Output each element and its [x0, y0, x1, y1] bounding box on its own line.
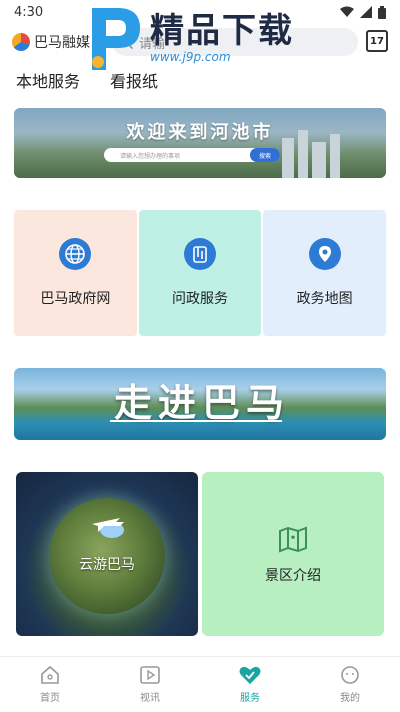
signal-icon	[360, 6, 372, 18]
nav-label: 服务	[240, 693, 260, 704]
wifi-icon	[340, 6, 354, 17]
tab-newspaper[interactable]: 看报纸	[110, 68, 158, 92]
explore-bama-banner[interactable]: 走进巴马	[14, 368, 386, 440]
nav-profile[interactable]: 我的	[300, 657, 400, 712]
welcome-banner[interactable]: 欢迎来到河池市 请输入您想办理的事项 搜索	[14, 108, 386, 178]
banner-search-button[interactable]: 搜索	[250, 148, 280, 162]
nav-label: 我的	[340, 693, 360, 704]
scenic-spots-label: 景区介绍	[265, 568, 321, 584]
calendar-day: 17	[370, 35, 384, 47]
banner-building	[312, 142, 326, 178]
explore-banner-title: 走进巴马	[114, 381, 291, 425]
service-label: 问政服务	[172, 291, 228, 307]
cloud-plane-icon	[92, 518, 124, 538]
virtual-tour-card[interactable]: 云游巴马	[16, 472, 198, 636]
watermark-url: www.j9p.com	[150, 50, 231, 64]
watermark-overlay: 精品下载 www.j9p.com	[82, 2, 332, 74]
bottom-navigation: 首页 视讯 服务 我的	[0, 656, 400, 712]
video-icon	[140, 666, 160, 684]
status-icons	[340, 5, 386, 19]
category-tabs: 本地服务 看报纸	[16, 68, 158, 92]
folded-map-icon	[279, 526, 307, 553]
app-logo: 巴马融媒	[12, 32, 90, 52]
banner-search-placeholder: 请输入您想办理的事项	[120, 152, 181, 160]
battery-icon	[378, 5, 386, 19]
calendar-button[interactable]: 17	[366, 30, 388, 52]
service-label: 巴马政府网	[40, 291, 111, 307]
service-grid: 巴马政府网 问政服务 政务地图	[14, 210, 387, 336]
logo-icon	[12, 33, 30, 51]
globe-icon	[59, 238, 92, 270]
service-inquiry[interactable]: 问政服务	[138, 210, 262, 336]
watermark-title: 精品下载	[150, 11, 294, 51]
nav-label: 视讯	[140, 693, 160, 704]
scenic-spots-card[interactable]: 景区介绍	[202, 472, 384, 636]
banner-search-input[interactable]: 请输入您想办理的事项 搜索	[104, 148, 280, 162]
profile-icon	[341, 666, 359, 684]
inquiry-icon	[184, 238, 216, 270]
heart-service-icon	[239, 666, 261, 684]
nav-services[interactable]: 服务	[200, 657, 300, 712]
home-icon	[41, 665, 59, 684]
nav-home[interactable]: 首页	[0, 657, 100, 712]
virtual-tour-label: 云游巴马	[79, 557, 135, 573]
service-gov-website[interactable]: 巴马政府网	[14, 210, 137, 336]
nav-label: 首页	[40, 693, 60, 704]
service-label: 政务地图	[296, 291, 353, 307]
banner-building	[282, 138, 294, 178]
explore-banner-underline	[110, 420, 282, 422]
nav-video[interactable]: 视讯	[100, 657, 200, 712]
status-time: 4:30	[14, 4, 44, 20]
watermark-logo-icon	[92, 8, 140, 70]
welcome-banner-title: 欢迎来到河池市	[126, 122, 274, 143]
map-pin-icon	[308, 238, 341, 270]
tab-local-services[interactable]: 本地服务	[16, 68, 80, 92]
service-gov-map[interactable]: 政务地图	[263, 210, 387, 336]
